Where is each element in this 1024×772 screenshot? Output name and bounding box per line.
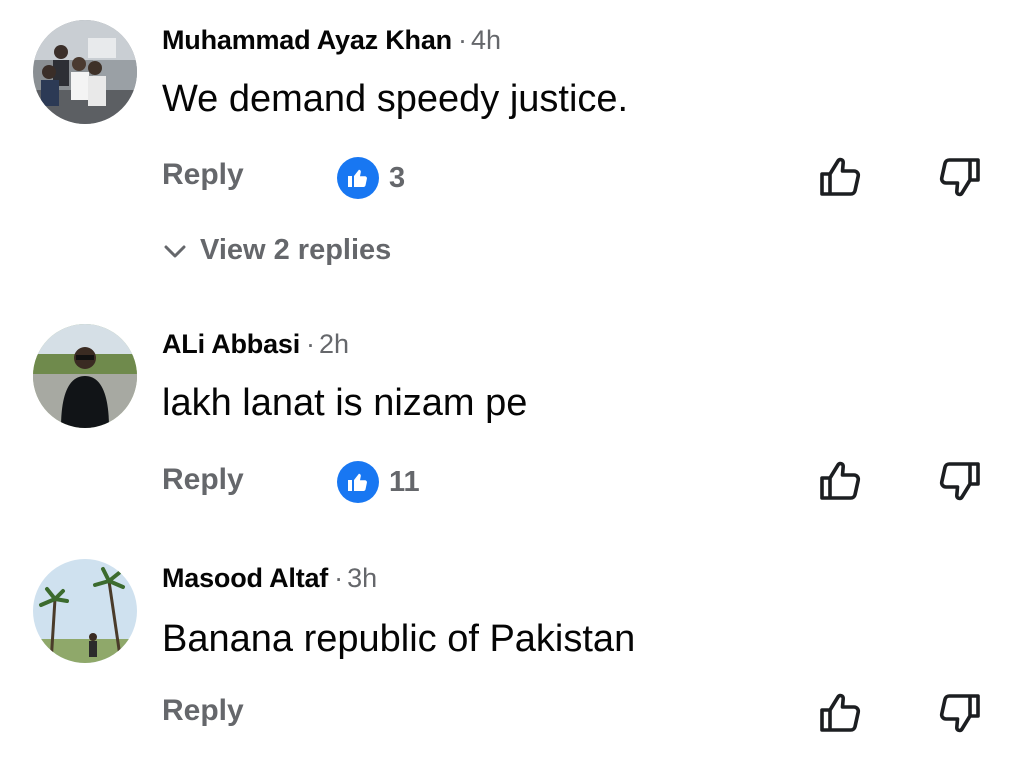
view-replies-label: View 2 replies xyxy=(200,234,392,266)
comment-author[interactable]: Muhammad Ayaz Khan xyxy=(162,25,452,55)
user-avatar-portrait-icon xyxy=(33,324,137,428)
view-replies-link[interactable]: View 2 replies xyxy=(162,234,391,267)
separator-dot: · xyxy=(306,329,316,359)
separator-dot: · xyxy=(334,563,344,593)
reaction-summary[interactable]: 11 xyxy=(337,461,420,503)
like-reaction-icon xyxy=(337,461,379,503)
comment-time[interactable]: 4h xyxy=(471,25,501,55)
reaction-count: 11 xyxy=(389,465,420,498)
thumbs-up-icon[interactable] xyxy=(817,154,863,200)
comment-text: We demand speedy justice. xyxy=(162,78,629,120)
chevron-down-icon xyxy=(164,245,186,257)
avatar[interactable] xyxy=(33,559,137,663)
reply-button[interactable]: Reply xyxy=(162,158,244,192)
thumbs-down-icon[interactable] xyxy=(937,154,983,200)
avatar[interactable] xyxy=(33,324,137,428)
user-avatar-group-photo-icon xyxy=(33,20,137,124)
comment-header: ALi Abbasi · 2h xyxy=(162,329,349,360)
comment-text: Banana republic of Pakistan xyxy=(162,618,636,660)
user-avatar-palm-trees-icon xyxy=(33,559,137,663)
comment-time[interactable]: 2h xyxy=(319,329,349,359)
separator-dot: · xyxy=(457,25,467,55)
comment-time[interactable]: 3h xyxy=(347,563,377,593)
thumbs-down-icon[interactable] xyxy=(937,458,983,504)
comment-author[interactable]: ALi Abbasi xyxy=(162,329,300,359)
thumbs-down-icon[interactable] xyxy=(937,690,983,736)
comment-author[interactable]: Masood Altaf xyxy=(162,563,328,593)
reaction-summary[interactable]: 3 xyxy=(337,157,405,199)
reaction-count: 3 xyxy=(389,161,406,194)
reply-button[interactable]: Reply xyxy=(162,463,244,497)
avatar[interactable] xyxy=(33,20,137,124)
comment-header: Masood Altaf · 3h xyxy=(162,563,377,594)
comment-header: Muhammad Ayaz Khan · 4h xyxy=(162,25,501,56)
thumbs-up-icon[interactable] xyxy=(817,690,863,736)
thumbs-up-icon[interactable] xyxy=(817,458,863,504)
reply-button[interactable]: Reply xyxy=(162,694,244,728)
comment-text: lakh lanat is nizam pe xyxy=(162,382,528,424)
like-reaction-icon xyxy=(337,157,379,199)
